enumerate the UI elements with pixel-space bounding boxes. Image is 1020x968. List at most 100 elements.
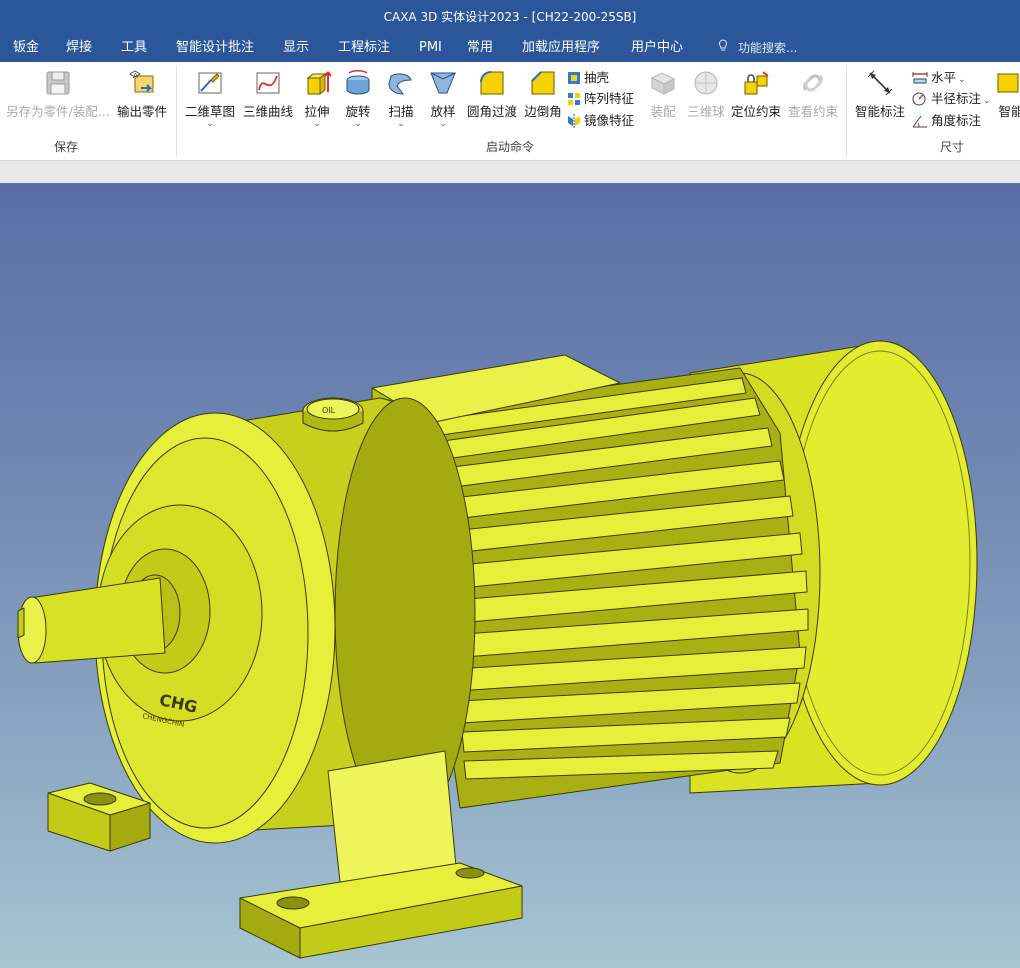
export-part-button[interactable]: A 输出零件 — [114, 68, 170, 120]
sweep-button[interactable]: 扫描 ⌄ — [383, 68, 419, 129]
ribbon: 另存为零件/装配... A 输出零件 保存 二维草图 ⌄ 三维曲线 拉伸 ⌄ 旋… — [0, 62, 1020, 161]
view-constraint-label: 查看约束 — [787, 104, 838, 119]
revolve-button[interactable]: 旋转 ⌄ — [340, 68, 376, 129]
mirror-label: 镜像特征 — [584, 113, 635, 128]
fillet-button[interactable]: 圆角过渡 — [465, 68, 519, 120]
dimension-group-label: 尺寸 — [939, 140, 964, 154]
export-part-icon: A — [127, 68, 157, 98]
extrude-label: 拉伸 — [304, 104, 330, 119]
pattern-button[interactable]: 阵列特征 — [567, 89, 634, 109]
curve3d-icon — [253, 68, 283, 98]
menu-user-center[interactable]: 用户中心 — [631, 34, 683, 62]
save-group-label: 保存 — [53, 140, 78, 154]
view-constraint-icon — [798, 68, 828, 98]
chamfer-label: 边倒角 — [524, 104, 562, 119]
radius-dimension-button[interactable]: 半径标注 ⌄ — [912, 89, 991, 109]
extrude-button[interactable]: 拉伸 ⌄ — [300, 68, 334, 129]
revolve-icon — [343, 68, 373, 98]
ball3d-label: 三维球 — [687, 104, 725, 119]
assembly-icon — [648, 68, 678, 98]
menu-bar: 钣金 焊接 工具 智能设计批注 显示 工程标注 PMI 常用 加载应用程序 用户… — [0, 34, 1020, 62]
save-as-button[interactable]: 另存为零件/装配... — [4, 68, 112, 120]
ball3d-icon — [691, 68, 721, 98]
radius-dimension-label: 半径标注 — [931, 91, 982, 106]
shaft-key — [17, 607, 25, 639]
menu-load-apps[interactable]: 加载应用程序 — [522, 34, 600, 62]
radius-dimension-icon — [912, 92, 926, 106]
menu-engineering-dimension[interactable]: 工程标注 — [338, 34, 390, 62]
chevron-down-icon: ⌄ — [313, 119, 321, 129]
group-divider — [846, 66, 847, 156]
angle-dimension-label: 角度标注 — [931, 113, 982, 128]
horizontal-dimension-icon — [912, 72, 928, 84]
chamfer-icon — [528, 68, 558, 98]
extrude-icon — [302, 68, 332, 98]
mirror-button[interactable]: 镜像特征 — [567, 111, 634, 131]
launch-group-label: 启动命令 — [485, 140, 534, 154]
horizontal-dimension-button[interactable]: 水平 ⌄ — [912, 68, 966, 88]
pattern-icon — [568, 93, 580, 105]
oil-cap-text: OIL — [322, 406, 336, 415]
chamfer-button[interactable]: 边倒角 — [522, 68, 564, 120]
lightbulb-icon — [718, 34, 728, 62]
smart-partial-label: 智能 — [998, 104, 1020, 119]
menu-common[interactable]: 常用 — [467, 34, 493, 62]
floppy-disk-icon — [43, 68, 73, 98]
front-foot-hole — [83, 792, 117, 806]
chevron-down-icon: ⌄ — [958, 75, 966, 85]
chevron-down-icon: ⌄ — [354, 119, 362, 129]
chevron-down-icon: ⌄ — [983, 96, 991, 106]
menu-smart-annotation[interactable]: 智能设计批注 — [176, 34, 254, 62]
save-as-label: 另存为零件/装配... — [6, 104, 110, 119]
horizontal-dimension-label: 水平 — [931, 70, 957, 85]
gear-motor-model[interactable]: CHG CHENGCHIN OIL — [0, 183, 1020, 968]
constraint-label: 定位约束 — [730, 104, 781, 119]
sketch2d-label: 二维草图 — [184, 104, 235, 119]
curve3d-button[interactable]: 三维曲线 — [240, 68, 296, 120]
function-search[interactable]: 功能搜索... — [718, 34, 797, 62]
menu-pmi[interactable]: PMI — [419, 34, 442, 62]
smart-dimension-label: 智能标注 — [854, 104, 905, 119]
ribbon-bottom-strip — [0, 161, 1020, 184]
3d-viewport[interactable]: CHG CHENGCHIN OIL — [0, 183, 1020, 968]
assembly-button[interactable]: 装配 — [645, 68, 681, 120]
shell-button[interactable]: 抽壳 — [567, 68, 609, 88]
fillet-icon — [477, 68, 507, 98]
constraint-button[interactable]: 定位约束 — [729, 68, 783, 120]
revolve-label: 旋转 — [345, 104, 371, 119]
smart-dimension-icon — [865, 68, 895, 98]
window-title: CAXA 3D 实体设计2023 - [CH22-200-25SB] — [383, 10, 637, 24]
sweep-icon — [386, 68, 416, 98]
angle-dimension-button[interactable]: 角度标注 — [912, 111, 981, 131]
curve3d-label: 三维曲线 — [242, 104, 293, 119]
shell-icon — [568, 72, 580, 84]
menu-tools[interactable]: 工具 — [121, 34, 147, 62]
sketch2d-button[interactable]: 二维草图 ⌄ — [182, 68, 238, 129]
fillet-label: 圆角过渡 — [466, 104, 517, 119]
shell-label: 抽壳 — [584, 70, 610, 85]
chevron-down-icon: ⌄ — [206, 119, 214, 129]
angle-dimension-icon — [912, 115, 927, 128]
function-search-placeholder: 功能搜索... — [738, 41, 798, 55]
chevron-down-icon: ⌄ — [439, 119, 447, 129]
chevron-down-icon: ⌄ — [397, 119, 405, 129]
loft-button[interactable]: 放样 ⌄ — [425, 68, 461, 129]
rear-foot-hole — [276, 896, 310, 910]
menu-sheetmetal[interactable]: 钣金 — [13, 34, 39, 62]
sketch-icon — [195, 68, 225, 98]
view-constraint-button[interactable]: 查看约束 — [785, 68, 841, 120]
window-title-bar: CAXA 3D 实体设计2023 - [CH22-200-25SB] — [0, 0, 1020, 34]
assembly-label: 装配 — [650, 104, 676, 119]
loft-icon — [428, 68, 458, 98]
sweep-label: 扫描 — [388, 104, 414, 119]
lock-constraint-icon — [741, 68, 771, 98]
smart-dimension-button[interactable]: 智能标注 — [852, 68, 908, 120]
svg-text:A: A — [133, 72, 138, 80]
menu-welding[interactable]: 焊接 — [66, 34, 92, 62]
menu-display[interactable]: 显示 — [283, 34, 309, 62]
pattern-label: 阵列特征 — [584, 91, 635, 106]
group-divider — [176, 66, 177, 156]
smart-partial-button[interactable]: 智能 — [996, 68, 1020, 120]
loft-label: 放样 — [430, 104, 456, 119]
ball3d-button[interactable]: 三维球 — [684, 68, 728, 120]
